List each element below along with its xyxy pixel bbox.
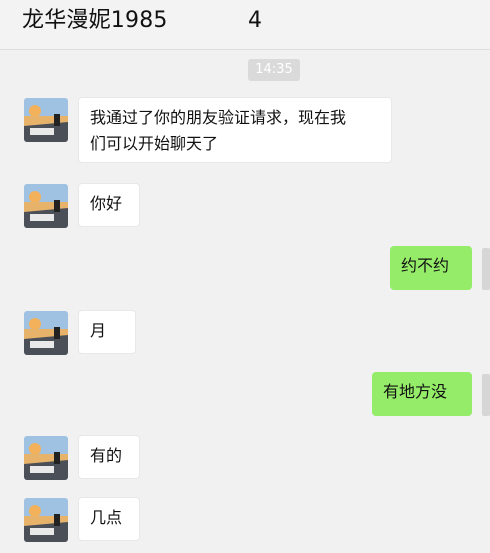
message-text-line: 我通过了你的朋友验证请求，现在我 [90, 108, 347, 127]
message-timestamp: 14:35 [248, 59, 300, 81]
incoming-message-bubble[interactable]: 几点 [78, 497, 140, 541]
message-text: 有的 [90, 446, 123, 465]
message-text: 你好 [90, 194, 123, 213]
incoming-message-bubble[interactable]: 有的 [78, 435, 140, 479]
outgoing-message-bubble[interactable]: 有地方没 [372, 372, 472, 416]
chat-header: 龙华漫妮1985 4 [0, 0, 490, 50]
message-text: 约不约 [401, 256, 450, 275]
message-text: 月 [90, 321, 107, 340]
chat-title-tail: 4 [248, 8, 262, 33]
contact-avatar[interactable] [24, 498, 68, 542]
avatar-image [24, 184, 68, 228]
contact-avatar[interactable] [24, 436, 68, 480]
self-avatar-edge [482, 248, 490, 290]
avatar-image [24, 311, 68, 355]
outgoing-message-bubble[interactable]: 约不约 [390, 246, 472, 290]
contact-avatar[interactable] [24, 98, 68, 142]
message-text-line: 们可以开始聊天了 [90, 134, 219, 153]
message-text: 几点 [90, 508, 123, 527]
avatar-image [24, 498, 68, 542]
chat-title[interactable]: 龙华漫妮1985 [22, 5, 168, 37]
redacted-digits [170, 6, 254, 32]
self-avatar-edge [482, 374, 490, 416]
contact-avatar[interactable] [24, 311, 68, 355]
incoming-message-bubble[interactable]: 月 [78, 310, 136, 354]
message-text: 有地方没 [383, 382, 448, 401]
avatar-image [24, 436, 68, 480]
avatar-image [24, 98, 68, 142]
incoming-message-bubble[interactable]: 我通过了你的朋友验证请求，现在我 们可以开始聊天了 [78, 97, 392, 163]
incoming-message-bubble[interactable]: 你好 [78, 183, 140, 227]
contact-avatar[interactable] [24, 184, 68, 228]
